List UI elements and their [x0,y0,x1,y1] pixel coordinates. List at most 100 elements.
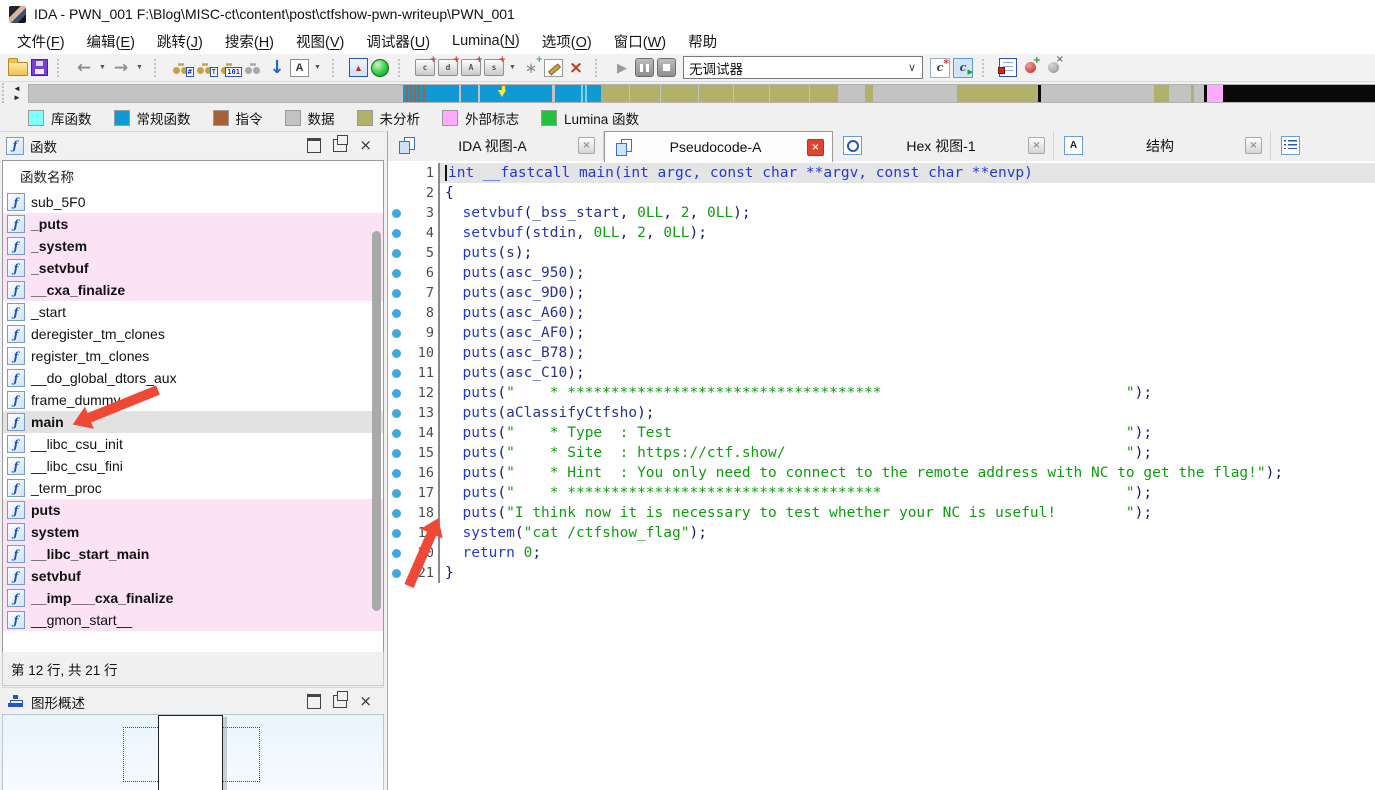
names-window-icon[interactable]: A [290,59,309,77]
panel-maximize-icon[interactable] [307,694,321,709]
function-row-__libc_csu_init[interactable]: ƒ__libc_csu_init [3,433,383,455]
names-dropdown-icon[interactable]: ▼ [312,58,323,78]
code-line-4[interactable]: 4 setvbuf(stdin, 0LL, 2, 0LL); [388,223,1375,243]
function-row-__cxa_finalize[interactable]: ƒ__cxa_finalize [3,279,383,301]
menu-item-help[interactable]: 帮助 [677,31,728,52]
panel-float-icon[interactable] [333,139,347,152]
edit-function-icon[interactable] [544,59,563,77]
undefine-icon[interactable]: × [566,58,586,78]
code-line-6[interactable]: 6 puts(asc_950); [388,263,1375,283]
string-type-dropdown-icon[interactable]: ▼ [507,58,518,78]
save-icon[interactable] [31,59,48,76]
lumina-icon[interactable] [371,59,389,77]
panel-maximize-icon[interactable] [307,138,321,153]
menu-item-e[interactable]: 编辑(E) [76,31,146,52]
functions-vertical-scrollbar[interactable] [372,231,381,611]
tab-Hex 视图-1[interactable]: Hex 视图-1× [833,131,1054,160]
functions-column-header[interactable]: 函数名称 [3,161,383,191]
search-immediate-icon[interactable] [171,59,192,76]
close-icon[interactable]: × [578,137,595,154]
code-line-2[interactable]: 2{ [388,183,1375,203]
code-line-10[interactable]: 10 puts(asc_B78); [388,343,1375,363]
code-line-1[interactable]: 1int __fastcall main(int argc, const cha… [388,163,1375,183]
menu-item-w[interactable]: 窗口(W) [603,31,677,52]
function-row-__libc_start_main[interactable]: ƒ__libc_start_main [3,543,383,565]
menu-item-n[interactable]: Lumina(N) [441,33,531,49]
code-line-20[interactable]: 20 return 0; [388,543,1375,563]
code-line-17[interactable]: 17 puts(" * ****************************… [388,483,1375,503]
make-array-icon[interactable]: ∗ [521,58,541,78]
make-name-icon[interactable]: A [461,59,481,76]
open-file-icon[interactable] [8,62,28,76]
function-row-system[interactable]: ƒsystem [3,521,383,543]
code-line-12[interactable]: 12 puts(" * ****************************… [388,383,1375,403]
tab-枚举[interactable]: 枚举 [1271,131,1375,160]
code-line-13[interactable]: 13 puts(aClassifyCtfsho); [388,403,1375,423]
code-line-15[interactable]: 15 puts(" * Site : https://ctf.show/ "); [388,443,1375,463]
breakpoint-list-icon[interactable] [999,58,1017,77]
pseudocode-view[interactable]: 1int __fastcall main(int argc, const cha… [388,161,1375,790]
close-icon[interactable]: × [1245,137,1262,154]
code-line-7[interactable]: 7 puts(asc_9D0); [388,283,1375,303]
search-text-icon[interactable] [195,59,216,76]
code-line-5[interactable]: 5 puts(s); [388,243,1375,263]
forward-history-dropdown-icon[interactable]: ▼ [134,58,145,78]
make-string-icon[interactable]: s [484,59,504,76]
problems-icon[interactable] [349,58,368,77]
function-row-_setvbuf[interactable]: ƒ_setvbuf [3,257,383,279]
function-row-register_tm_clones[interactable]: ƒregister_tm_clones [3,345,383,367]
panel-close-icon[interactable]: × [359,696,372,707]
code-line-14[interactable]: 14 puts(" * Type : Test "); [388,423,1375,443]
menu-item-u[interactable]: 调试器(U) [355,31,441,52]
function-row-puts[interactable]: ƒputs [3,499,383,521]
navband-scroll-arrows[interactable]: ◄ ► [8,83,26,103]
function-row-frame_dummy[interactable]: ƒframe_dummy [3,389,383,411]
menu-item-j[interactable]: 跳转(J) [146,31,214,52]
quick-compile-icon[interactable]: c [930,58,950,78]
tab-结构[interactable]: 结构× [1054,131,1271,160]
menu-item-f[interactable]: 文件(F) [6,31,76,52]
debugger-stop-icon[interactable] [657,58,676,77]
breakpoint-add-icon[interactable] [1020,58,1040,78]
function-row-setvbuf[interactable]: ƒsetvbuf [3,565,383,587]
debugger-select[interactable]: 无调试器∨ [683,56,923,79]
navigate-forward-icon[interactable]: → [111,58,131,78]
menu-item-v[interactable]: 视图(V) [285,31,355,52]
tab-Pseudocode-A[interactable]: Pseudocode-A× [604,131,833,162]
function-row-deregister_tm_clones[interactable]: ƒderegister_tm_clones [3,323,383,345]
produce-c-file-icon[interactable]: c [953,58,973,78]
back-history-dropdown-icon[interactable]: ▼ [97,58,108,78]
jump-address-icon[interactable]: ↓ [267,58,287,78]
code-line-18[interactable]: 18 puts("I think now it is necessary to … [388,503,1375,523]
close-icon[interactable]: × [807,139,824,156]
navigation-band[interactable] [28,84,1375,103]
navigate-back-icon[interactable]: ← [74,58,94,78]
code-line-16[interactable]: 16 puts(" * Hint : You only need to conn… [388,463,1375,483]
panel-float-icon[interactable] [333,695,347,708]
breakpoint-delete-icon[interactable] [1043,58,1063,78]
function-row-_start[interactable]: ƒ_start [3,301,383,323]
code-line-11[interactable]: 11 puts(asc_C10); [388,363,1375,383]
function-row-__gmon_start__[interactable]: ƒ__gmon_start__ [3,609,383,631]
search-binary-icon[interactable] [219,59,240,76]
tab-IDA 视图-A[interactable]: IDA 视图-A× [388,131,604,160]
search-again-icon[interactable] [243,59,264,76]
function-row-__libc_csu_fini[interactable]: ƒ__libc_csu_fini [3,455,383,477]
function-row-__do_global_dtors_aux[interactable]: ƒ__do_global_dtors_aux [3,367,383,389]
panel-close-icon[interactable]: × [359,140,372,151]
code-line-3[interactable]: 3 setvbuf(_bss_start, 0LL, 2, 0LL); [388,203,1375,223]
close-icon[interactable]: × [1028,137,1045,154]
graph-overview-canvas[interactable] [2,714,384,790]
menu-item-o[interactable]: 选项(O) [531,31,603,52]
function-row-sub_5F0[interactable]: ƒsub_5F0 [3,191,383,213]
graph-viewport-rect[interactable] [158,715,223,790]
code-line-9[interactable]: 9 puts(asc_AF0); [388,323,1375,343]
function-row-_system[interactable]: ƒ_system [3,235,383,257]
navband-scroll-right-icon[interactable]: ► [13,94,21,102]
function-row-__imp___cxa_finalize[interactable]: ƒ__imp___cxa_finalize [3,587,383,609]
debugger-pause-icon[interactable] [635,58,654,77]
navband-scroll-left-icon[interactable]: ◄ [13,85,21,93]
chevron-down-icon[interactable]: ∨ [902,61,922,74]
function-row-main[interactable]: ƒmain [3,411,383,433]
code-line-19[interactable]: 19 system("cat /ctfshow_flag"); [388,523,1375,543]
